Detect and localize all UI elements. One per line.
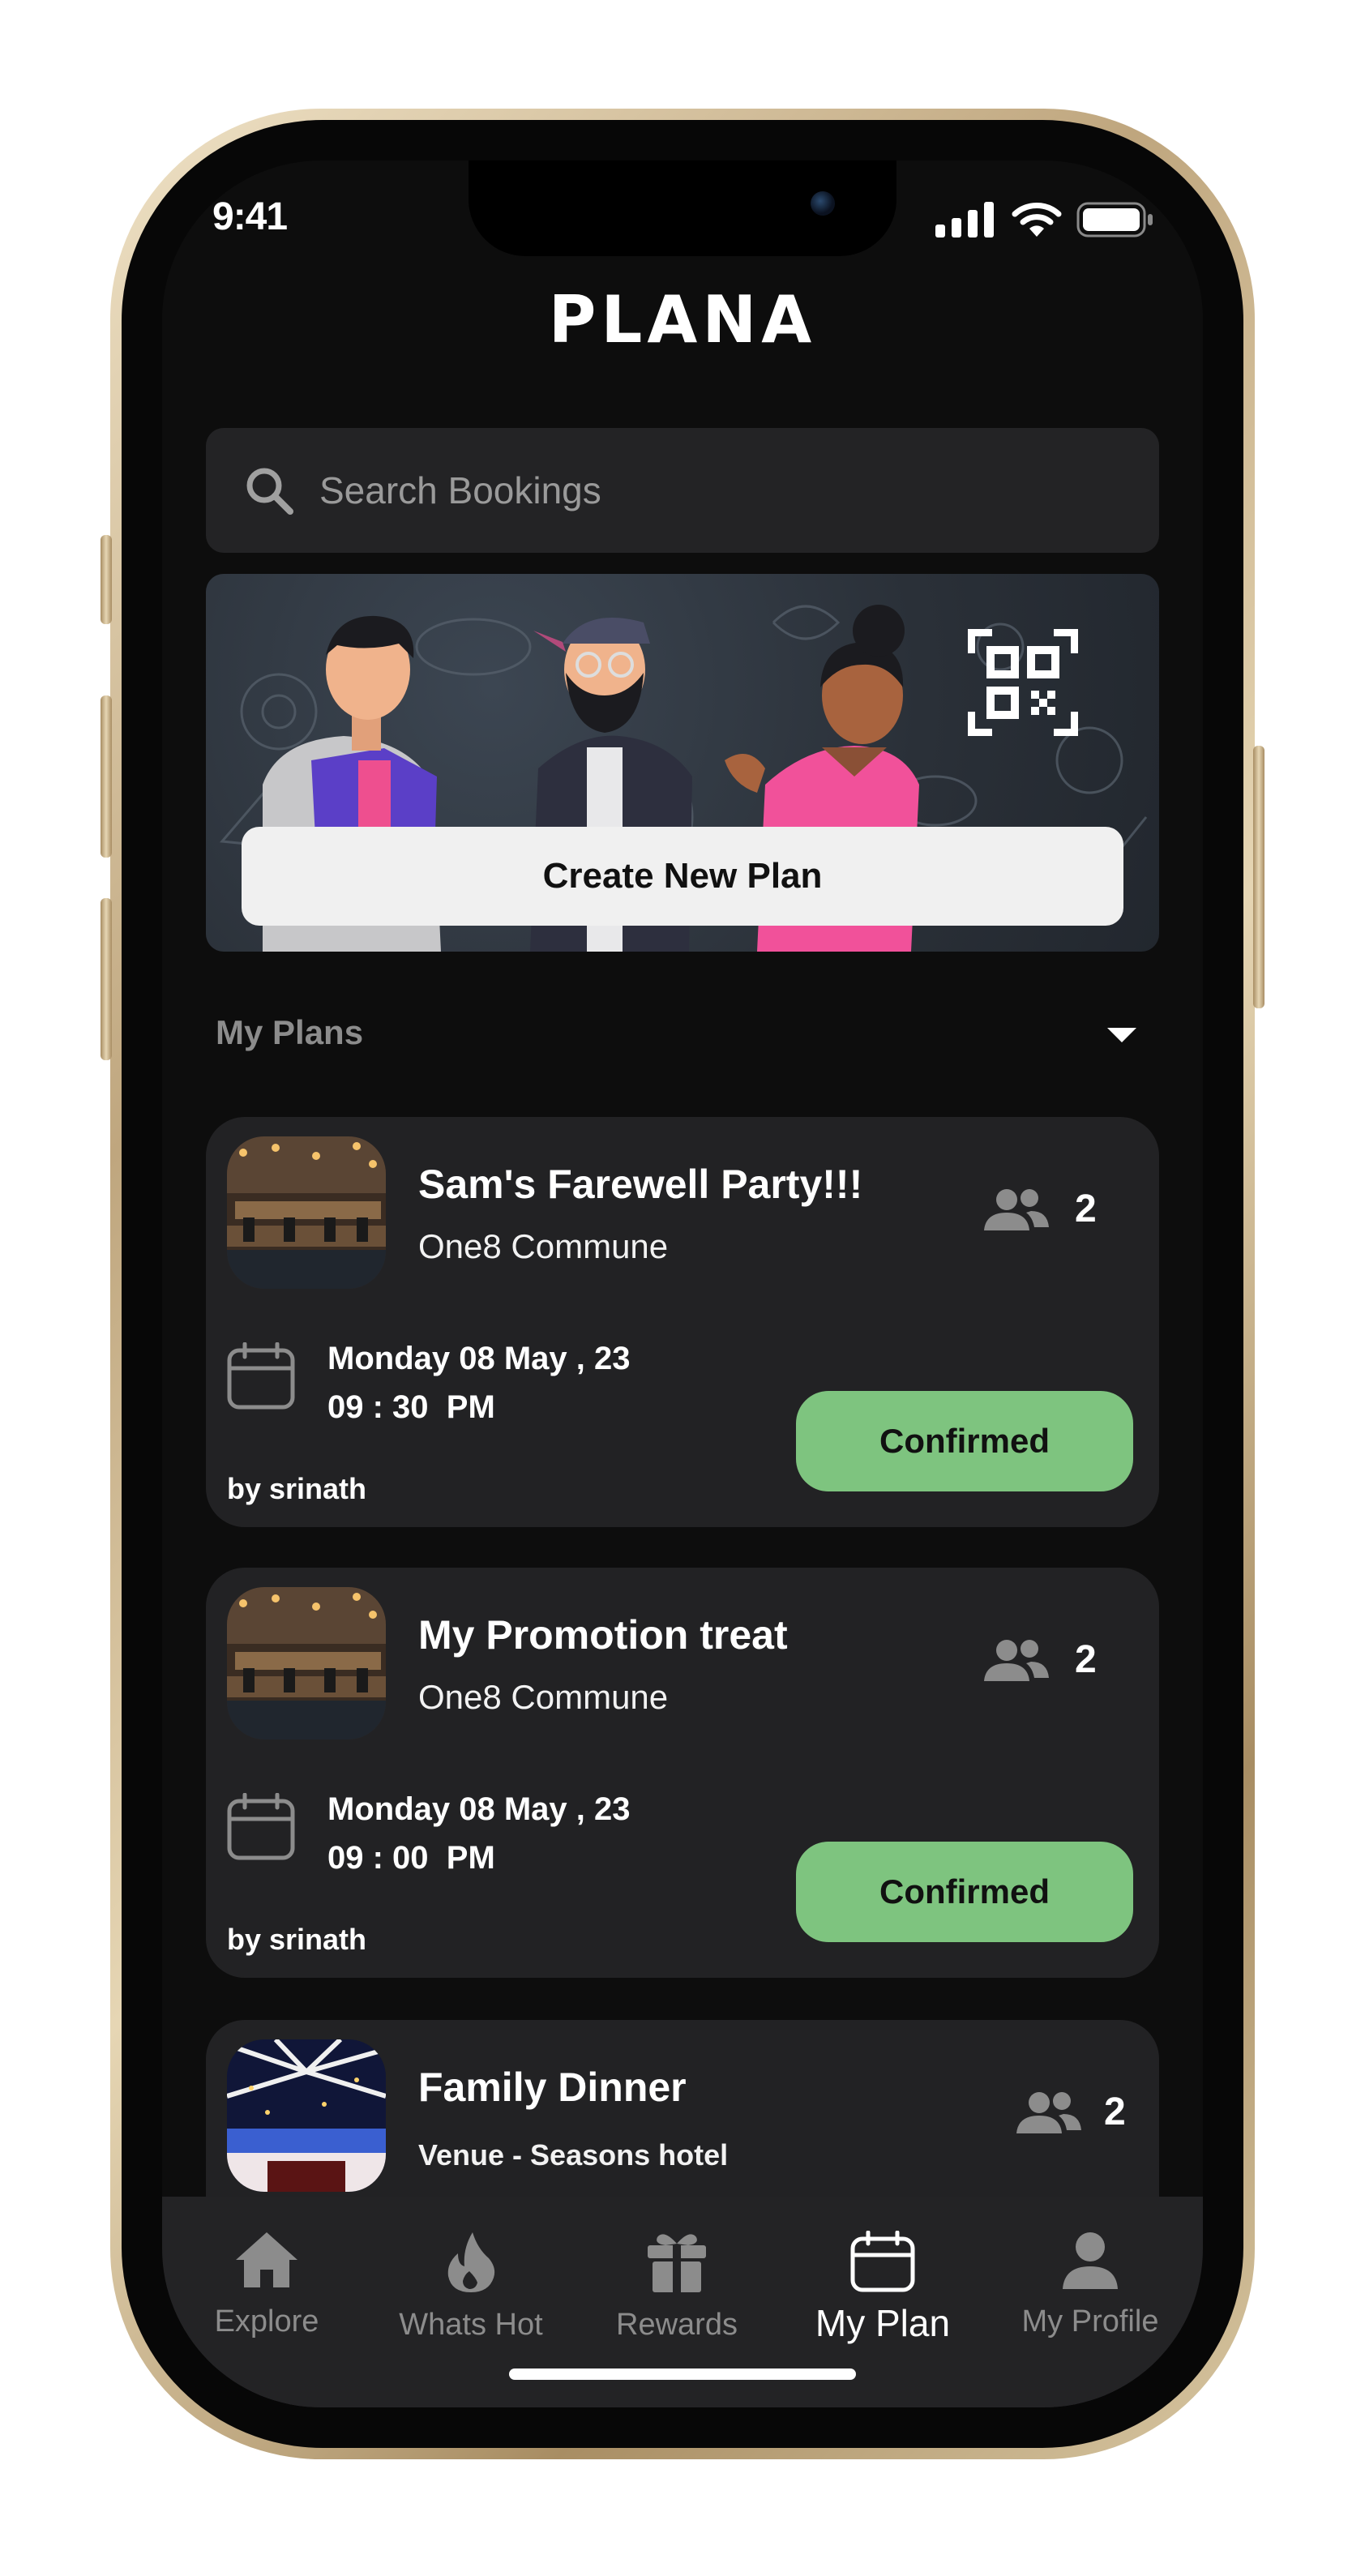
- tab-my-plan[interactable]: My Plan: [789, 2230, 976, 2345]
- cellular-signal-icon: [935, 202, 994, 237]
- create-plan-banner: Create New Plan: [206, 574, 1159, 952]
- mute-switch: [101, 535, 112, 624]
- volume-up-button: [101, 695, 112, 858]
- status-confirmed-button[interactable]: Confirmed: [796, 1391, 1133, 1491]
- plan-date: Monday 08 May , 23 09 : 00 PM: [327, 1785, 630, 1882]
- plan-time: 09 : 00 PM: [327, 1840, 495, 1876]
- person-icon: [1063, 2232, 1118, 2289]
- plan-date-day: Monday 08 May , 23: [327, 1791, 631, 1827]
- tab-explore[interactable]: Explore: [173, 2231, 360, 2339]
- people-icon: [984, 1189, 1049, 1230]
- home-icon: [236, 2232, 297, 2287]
- tab-label: Whats Hot: [399, 2308, 543, 2342]
- front-camera: [811, 191, 835, 216]
- section-title: My Plans: [216, 1013, 364, 1051]
- people-icon: [984, 1640, 1049, 1681]
- plan-venue: One8 Commune: [418, 1678, 669, 1716]
- tab-label: Explore: [214, 2304, 319, 2339]
- home-indicator[interactable]: [509, 2368, 856, 2380]
- search-bar[interactable]: [206, 428, 1159, 553]
- tab-whats-hot[interactable]: Whats Hot: [378, 2231, 564, 2343]
- plan-card[interactable]: My Promotion treat One8 Commune 2 Monday…: [206, 1568, 1159, 1978]
- plan-time: 09 : 30 PM: [327, 1389, 495, 1425]
- wifi-icon: [1012, 203, 1062, 237]
- search-input[interactable]: [319, 469, 1049, 512]
- people-count: 2: [1104, 2090, 1126, 2133]
- calendar-icon: [850, 2230, 915, 2292]
- chevron-down-icon[interactable]: [1107, 1028, 1136, 1042]
- flame-icon: [447, 2232, 495, 2292]
- search-icon: [246, 468, 293, 515]
- plan-title: Family Dinner: [418, 2065, 687, 2110]
- status-time: 9:41: [212, 195, 288, 238]
- plan-card[interactable]: Sam's Farewell Party!!! One8 Commune 2 M…: [206, 1117, 1159, 1527]
- qr-code-icon[interactable]: [968, 629, 1078, 736]
- plan-title: Sam's Farewell Party!!!: [418, 1162, 863, 1207]
- power-button: [1253, 746, 1264, 1008]
- plan-date-day: Monday 08 May , 23: [327, 1341, 631, 1376]
- people-count: 2: [1075, 1638, 1097, 1681]
- venue-thumbnail: [227, 1587, 386, 1739]
- tab-my-profile[interactable]: My Profile: [997, 2231, 1183, 2339]
- plan-host: by srinath: [227, 1923, 367, 1956]
- tab-label: My Profile: [1021, 2304, 1159, 2339]
- status-confirmed-button[interactable]: Confirmed: [796, 1842, 1133, 1942]
- calendar-icon: [227, 1793, 295, 1860]
- calendar-icon: [227, 1342, 295, 1410]
- gift-icon: [648, 2234, 706, 2292]
- plan-date: Monday 08 May , 23 09 : 30 PM: [327, 1334, 630, 1431]
- status-icons: [935, 201, 1154, 238]
- tab-label: My Plan: [815, 2302, 951, 2344]
- create-new-plan-button[interactable]: Create New Plan: [242, 827, 1123, 926]
- volume-down-button: [101, 898, 112, 1060]
- plan-host: by srinath: [227, 1472, 367, 1505]
- app-logo: PLANA: [548, 282, 817, 357]
- venue-thumbnail: [227, 1136, 386, 1289]
- plan-title: My Promotion treat: [418, 1612, 788, 1658]
- people-icon: [1016, 2092, 1081, 2133]
- venue-thumbnail: [227, 2039, 386, 2192]
- plan-venue: One8 Commune: [418, 1227, 669, 1265]
- notch: [469, 160, 896, 256]
- tab-label: Rewards: [616, 2308, 738, 2342]
- people-count: 2: [1075, 1187, 1097, 1230]
- screen: 9:41 PLANA Search Bookings Create New Pl…: [162, 160, 1203, 2407]
- battery-icon: [1076, 202, 1153, 237]
- plan-venue: Venue - Seasons hotel: [418, 2138, 729, 2172]
- tab-rewards[interactable]: Rewards: [584, 2231, 770, 2343]
